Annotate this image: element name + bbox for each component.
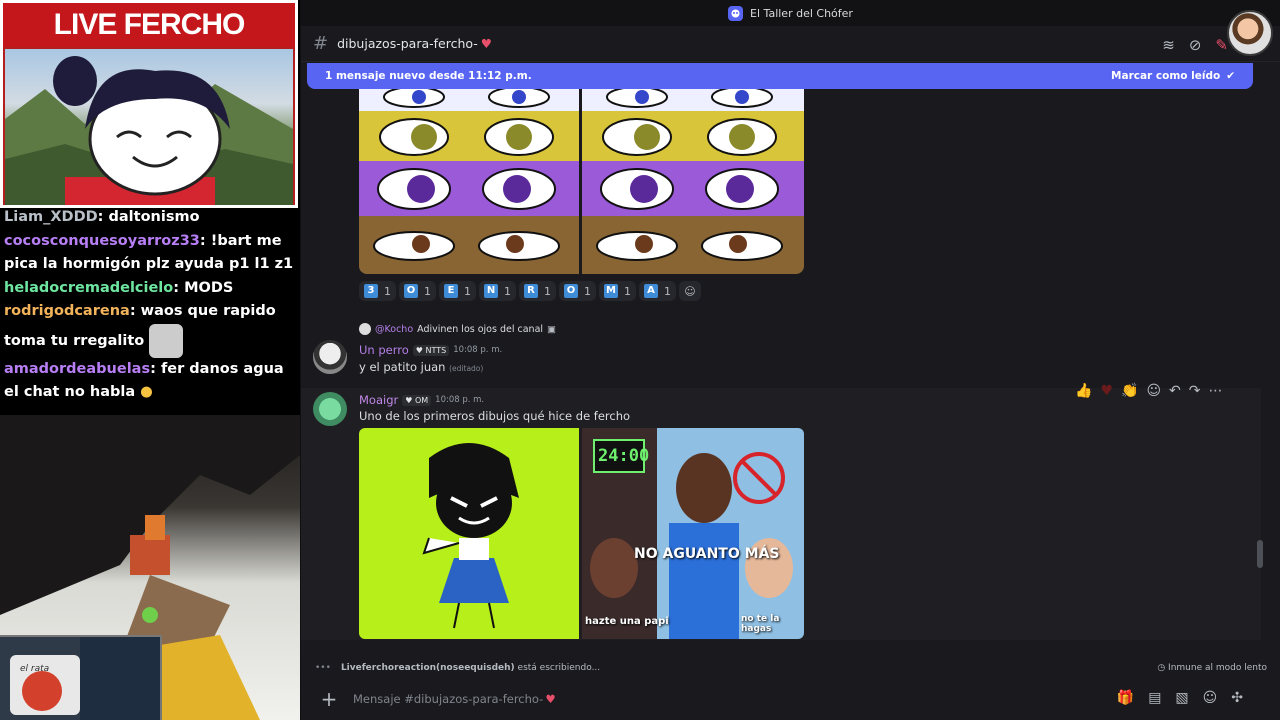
keycap-e-icon: E: [444, 284, 458, 298]
heart-icon[interactable]: ♥: [1100, 383, 1113, 399]
image-icon: ▣: [547, 323, 557, 335]
stream-title: LIVE FERCHO REACTION: [3, 3, 295, 85]
keycap-n-icon: N: [484, 284, 498, 298]
timestamp: 10:08 p. m.: [453, 345, 503, 355]
reaction[interactable]: R1: [519, 281, 556, 301]
meme-clock: 24:00: [598, 446, 650, 466]
smile-icon: ☺: [684, 284, 696, 298]
message-text: Uno de los primeros dibujos qué hice de …: [359, 409, 631, 423]
message-composer[interactable]: + Mensaje #dibujazos-para-fercho- ♥ 🎁 ▤ …: [307, 680, 1253, 718]
streamer-cam: LIVE FERCHO REACTION: [0, 0, 298, 208]
chat-line: Liam_XDDD: daltonismo: [4, 209, 200, 225]
avatar[interactable]: [313, 392, 347, 426]
role-badge: ♥ NTTS: [412, 344, 450, 356]
stream-chat: Liam_XDDD: daltonismo cocosconquesoyarro…: [4, 206, 296, 405]
meme-caption-left: hazte una papi: [585, 616, 669, 627]
facecam-text: el rata: [20, 664, 50, 674]
gif-icon[interactable]: ▤: [1148, 690, 1161, 706]
chat-line: cocosconquesoyarroz33: !bart me pica la …: [4, 232, 294, 273]
forward-icon[interactable]: ↷: [1189, 383, 1201, 399]
more-icon[interactable]: ⋯: [1209, 383, 1223, 399]
reaction[interactable]: E1: [439, 281, 476, 301]
reply-icon[interactable]: ↶: [1169, 383, 1181, 399]
reply-user: @Kocho: [375, 323, 414, 335]
new-messages-banner[interactable]: 1 mensaje nuevo desde 11:12 p.m. Marcar …: [307, 63, 1253, 89]
reaction[interactable]: A1: [639, 281, 676, 301]
heart-icon: ♥: [545, 692, 556, 706]
keycap-o-icon: O: [564, 284, 578, 298]
chat-line: heladocremadelcielo: MODS: [4, 279, 234, 296]
composer-toolbar: 🎁 ▤ ▧ ☺ ✣: [1117, 690, 1243, 706]
typing-user: Liveferchoreaction(noseequisdeh): [340, 663, 515, 673]
slowmode-text: Inmune al modo lento: [1168, 663, 1267, 673]
keycap-m-icon: M: [604, 284, 618, 298]
reaction[interactable]: O1: [399, 281, 436, 301]
stream-overlay: LIVE FERCHO REACTION Liam_XDDD: daltonis…: [0, 0, 300, 720]
message-actions: 👍 ♥ 👏 ☺ ↶ ↷ ⋯: [1075, 380, 1223, 402]
cartoon-avatar: [5, 49, 293, 205]
mark-read-icon: ✔: [1226, 70, 1235, 82]
message-text: y el patito juan (editado): [359, 360, 484, 374]
attachment-image[interactable]: 24:00 NO AGUANTO MÁS hazte una papi no t…: [359, 428, 804, 639]
clap-icon[interactable]: 👏: [1121, 383, 1138, 399]
author-name[interactable]: Un perro: [359, 343, 409, 357]
typing-indicator: ••• Liveferchoreaction(noseequisdeh) está…: [315, 663, 1267, 673]
new-messages-text: 1 mensaje nuevo desde 11:12 p.m.: [325, 70, 532, 82]
reaction-bar: 31 O1 E1 N1 R1 O1 M1 A1 ☺: [359, 281, 701, 301]
gift-icon[interactable]: 🎁: [1117, 690, 1134, 706]
window-titlebar: El Taller del Chófer: [301, 0, 1280, 26]
reply-reference[interactable]: @Kocho Adivinen los ojos del canal ▣: [359, 323, 556, 335]
reaction[interactable]: O1: [559, 281, 596, 301]
heart-icon: ♥: [480, 36, 492, 51]
avatar[interactable]: [313, 340, 347, 374]
channel-name: dibujazos-para-fercho-: [337, 36, 478, 51]
threads-icon[interactable]: ≋: [1162, 36, 1175, 54]
reaction[interactable]: M1: [599, 281, 636, 301]
chat-line: amadordeabuelas: fer danos agua el chat …: [4, 360, 284, 401]
meme-caption: NO AGUANTO MÁS: [634, 546, 780, 562]
add-reaction-icon[interactable]: ☺: [1146, 383, 1161, 399]
scrollbar[interactable]: [1257, 540, 1263, 568]
typing-dots-icon: •••: [315, 663, 331, 673]
sticker-icon[interactable]: ▧: [1175, 690, 1188, 706]
message-header: Un perro ♥ NTTS 10:08 p. m.: [359, 343, 502, 357]
face-emoji-icon: ●: [140, 384, 153, 400]
role-badge: ♥ OM: [402, 394, 432, 406]
reply-avatar-icon: [359, 323, 371, 335]
header-toolbar: ≋ ⊘ ✎: [1162, 36, 1228, 54]
discord-window: El Taller del Chófer # dibujazos-para-fe…: [301, 0, 1280, 720]
timestamp: 10:08 p. m.: [435, 395, 485, 405]
chat-line: rodrigodcarena: waos que rapido toma tu …: [4, 300, 296, 358]
eyes-image[interactable]: [359, 89, 804, 274]
reaction[interactable]: 31: [359, 281, 396, 301]
reaction[interactable]: N1: [479, 281, 516, 301]
mute-icon[interactable]: ⊘: [1189, 36, 1202, 54]
add-reaction-button[interactable]: ☺: [679, 281, 701, 301]
server-icon: [728, 5, 744, 21]
clock-icon: ◷: [1157, 663, 1166, 673]
keycap-o-icon: O: [404, 284, 418, 298]
composer-placeholder[interactable]: Mensaje #dibujazos-para-fercho-: [353, 692, 543, 706]
facecam: el rata: [0, 635, 162, 720]
meme-caption-right: no te la hagas: [741, 614, 780, 634]
emoji-icon[interactable]: ☺: [1203, 690, 1218, 706]
apps-icon[interactable]: ✣: [1231, 690, 1243, 706]
plus-icon[interactable]: +: [315, 685, 343, 713]
keycap-a-icon: A: [644, 284, 658, 298]
hash-icon: #: [313, 33, 329, 54]
keycap-3-icon: 3: [364, 284, 378, 298]
keycap-r-icon: R: [524, 284, 538, 298]
thumbs-up-icon[interactable]: 👍: [1075, 383, 1092, 399]
channel-header: # dibujazos-para-fercho- ♥: [301, 26, 1280, 62]
author-name[interactable]: Moaigr: [359, 393, 398, 407]
server-name: El Taller del Chófer: [750, 6, 853, 20]
mark-read-button[interactable]: Marcar como leído: [1111, 70, 1220, 82]
reply-text: Adivinen los ojos del canal: [417, 323, 544, 335]
message-header: Moaigr ♥ OM 10:08 p. m.: [359, 393, 484, 407]
pin-icon[interactable]: ✎: [1215, 36, 1228, 54]
emote-icon: [149, 323, 184, 358]
